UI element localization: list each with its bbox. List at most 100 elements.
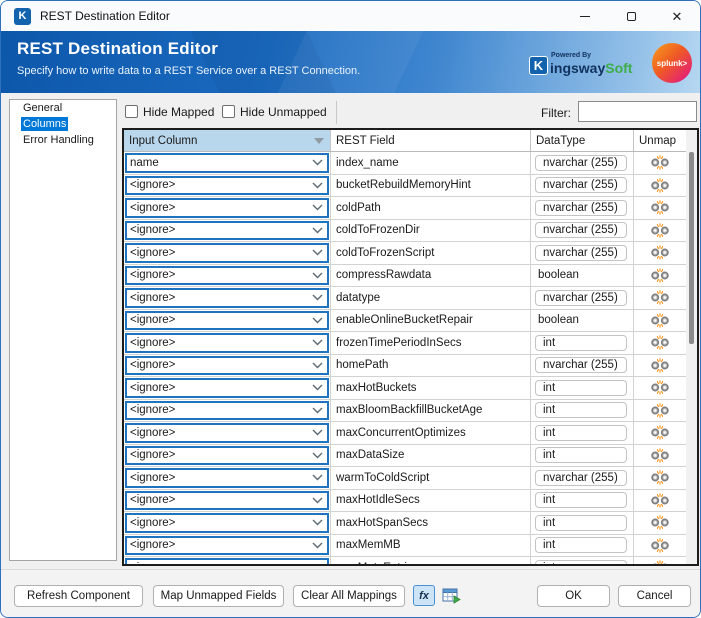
input-column-dropdown[interactable]: <ignore>	[125, 468, 329, 488]
table-row: <ignore> coldToFrozenDir nvarchar (255)	[124, 219, 697, 242]
sidebar-item-general[interactable]: General	[10, 100, 116, 116]
minimize-icon	[580, 15, 590, 17]
data-viewer-button[interactable]	[441, 585, 462, 606]
broken-link-icon	[651, 538, 669, 553]
unmap-button[interactable]	[634, 175, 686, 197]
datatype-cell[interactable]: nvarchar (255)	[531, 242, 634, 264]
datatype-cell[interactable]: int	[531, 489, 634, 511]
datatype-cell[interactable]: nvarchar (255)	[531, 354, 634, 376]
input-column-dropdown[interactable]: <ignore>	[125, 355, 329, 375]
datatype-cell[interactable]: nvarchar (255)	[531, 152, 634, 174]
datatype-cell[interactable]: int	[531, 377, 634, 399]
datatype-cell[interactable]: int	[531, 332, 634, 354]
input-column-dropdown[interactable]: <ignore>	[125, 558, 329, 564]
vertical-scrollbar[interactable]	[686, 130, 697, 564]
refresh-component-button[interactable]: Refresh Component	[14, 585, 143, 607]
unmap-button[interactable]	[634, 512, 686, 534]
unmap-button[interactable]	[634, 422, 686, 444]
column-header-input-column[interactable]: Input Column	[124, 130, 331, 151]
datatype-cell[interactable]: int	[531, 422, 634, 444]
window-controls: ✕	[562, 1, 700, 31]
maximize-icon	[626, 11, 636, 21]
input-column-dropdown[interactable]: <ignore>	[125, 220, 329, 240]
datatype-cell[interactable]: int	[531, 512, 634, 534]
clear-all-mappings-button[interactable]: Clear All Mappings	[293, 585, 405, 607]
window-title: REST Destination Editor	[40, 9, 170, 23]
input-column-dropdown[interactable]: <ignore>	[125, 378, 329, 398]
unmap-button[interactable]	[634, 310, 686, 332]
hide-unmapped-label: Hide Unmapped	[240, 105, 327, 119]
broken-link-icon	[651, 200, 669, 215]
unmap-button[interactable]	[634, 445, 686, 467]
unmap-button[interactable]	[634, 287, 686, 309]
unmap-button[interactable]	[634, 152, 686, 174]
input-column-dropdown[interactable]: <ignore>	[125, 243, 329, 263]
unmap-button[interactable]	[634, 400, 686, 422]
hide-unmapped-checkbox[interactable]	[222, 105, 235, 118]
chevron-down-icon	[312, 204, 323, 211]
datatype-cell[interactable]: nvarchar (255)	[531, 287, 634, 309]
unmap-button[interactable]	[634, 467, 686, 489]
rest-field-cell: compressRawdata	[331, 264, 531, 286]
unmap-button[interactable]	[634, 332, 686, 354]
rest-field-cell: warmToColdScript	[331, 467, 531, 489]
datatype-cell[interactable]: int	[531, 534, 634, 556]
close-button[interactable]: ✕	[654, 1, 700, 31]
sidebar-item-error-handling[interactable]: Error Handling	[10, 132, 116, 148]
input-column-dropdown[interactable]: <ignore>	[125, 490, 329, 510]
sidebar-item-columns[interactable]: Columns	[10, 116, 116, 132]
scrollbar-thumb[interactable]	[689, 152, 694, 344]
unmap-button[interactable]	[634, 197, 686, 219]
input-column-dropdown[interactable]: <ignore>	[125, 423, 329, 443]
datatype-cell[interactable]: int	[531, 444, 634, 466]
chevron-down-icon	[312, 542, 323, 549]
datatype-cell[interactable]: nvarchar (255)	[531, 197, 634, 219]
unmap-button[interactable]	[634, 490, 686, 512]
unmap-button[interactable]	[634, 377, 686, 399]
input-column-dropdown[interactable]: <ignore>	[125, 333, 329, 353]
sidebar: General Columns Error Handling	[9, 99, 117, 561]
datatype-cell[interactable]: nvarchar (255)	[531, 467, 634, 489]
datatype-cell[interactable]: boolean	[531, 264, 634, 286]
chevron-down-icon	[312, 294, 323, 301]
datatype-cell[interactable]: boolean	[531, 309, 634, 331]
maximize-button[interactable]	[608, 1, 654, 31]
datatype-cell[interactable]: nvarchar (255)	[531, 174, 634, 196]
input-column-dropdown[interactable]: <ignore>	[125, 513, 329, 533]
filter-input[interactable]	[578, 101, 697, 122]
table-row: <ignore> warmToColdScript nvarchar (255)	[124, 467, 697, 490]
unmap-button[interactable]	[634, 557, 686, 564]
datatype-cell[interactable]: int	[531, 399, 634, 421]
filter-label: Filter:	[541, 106, 571, 120]
input-column-dropdown[interactable]: <ignore>	[125, 535, 329, 555]
expression-fx-button[interactable]: fx	[413, 585, 435, 606]
rest-field-cell: maxHotSpanSecs	[331, 512, 531, 534]
datatype-cell[interactable]: nvarchar (255)	[531, 219, 634, 241]
input-column-dropdown[interactable]: name	[125, 153, 329, 173]
kingswaysoft-logo: K Powered By ingswaySoft	[529, 49, 645, 81]
input-column-dropdown[interactable]: <ignore>	[125, 175, 329, 195]
input-column-dropdown[interactable]: <ignore>	[125, 310, 329, 330]
unmap-button[interactable]	[634, 242, 686, 264]
rest-field-cell: maxDataSize	[331, 444, 531, 466]
hide-mapped-checkbox[interactable]	[125, 105, 138, 118]
input-column-dropdown[interactable]: <ignore>	[125, 198, 329, 218]
map-unmapped-fields-button[interactable]: Map Unmapped Fields	[153, 585, 284, 607]
input-column-dropdown[interactable]: <ignore>	[125, 445, 329, 465]
broken-link-icon	[651, 448, 669, 463]
unmap-button[interactable]	[634, 265, 686, 287]
unmap-button[interactable]	[634, 355, 686, 377]
datatype-cell[interactable]: int	[531, 557, 634, 564]
column-header-unmap[interactable]: Unmap	[634, 130, 686, 151]
column-header-datatype[interactable]: DataType	[531, 130, 634, 151]
input-column-dropdown[interactable]: <ignore>	[125, 265, 329, 285]
column-header-rest-field[interactable]: REST Field	[331, 130, 531, 151]
chevron-down-icon	[312, 407, 323, 414]
minimize-button[interactable]	[562, 1, 608, 31]
unmap-button[interactable]	[634, 535, 686, 557]
unmap-button[interactable]	[634, 220, 686, 242]
ok-button[interactable]: OK	[537, 585, 610, 607]
cancel-button[interactable]: Cancel	[618, 585, 691, 607]
input-column-dropdown[interactable]: <ignore>	[125, 400, 329, 420]
input-column-dropdown[interactable]: <ignore>	[125, 288, 329, 308]
